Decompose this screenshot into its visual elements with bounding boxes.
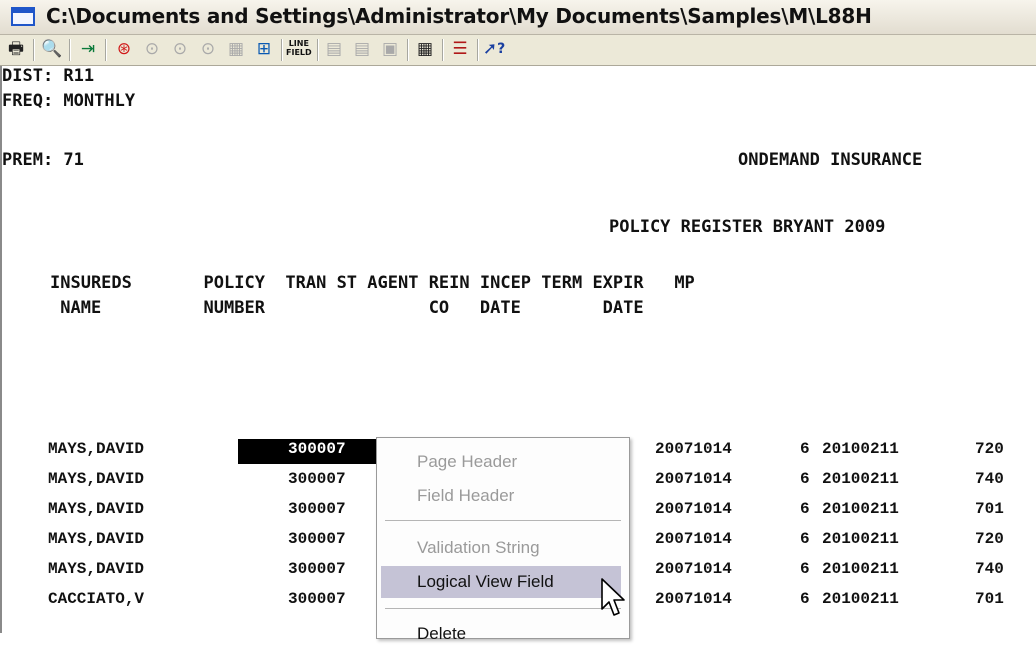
menu-item-page-header: Page Header xyxy=(417,452,518,471)
title-bar: C:\Documents and Settings\Administrator\… xyxy=(0,0,1036,35)
nav-down-icon: ⊙ xyxy=(172,38,188,59)
mouse-pointer-icon xyxy=(601,578,625,616)
context-menu: Page Header Field Header Validation Stri… xyxy=(376,437,630,643)
table-icon[interactable]: ▦ xyxy=(413,37,437,61)
print-icon[interactable]: 🖶 xyxy=(4,37,28,61)
row-incep: 20071014 xyxy=(655,560,732,578)
window-title: C:\Documents and Settings\Administrator\… xyxy=(46,4,872,28)
field-view-icon: ▣ xyxy=(381,38,399,59)
row-term: 6 xyxy=(800,500,810,518)
pattern-icon: ▦ xyxy=(227,38,245,59)
toolbar-separator xyxy=(281,39,282,61)
row-policy: 300007 xyxy=(288,500,346,518)
add-field-icon[interactable]: ⇥ xyxy=(76,37,100,61)
toolbar-separator xyxy=(105,39,106,61)
row-term: 6 xyxy=(800,470,810,488)
column-headers-line2: NAME NUMBER CO DATE DATE xyxy=(50,298,644,318)
toolbar-separator xyxy=(33,39,34,61)
freq-line: FREQ: MONTHLY xyxy=(2,91,136,111)
nav-back-icon: ⊙ xyxy=(200,38,216,59)
row-expir: 20100211 xyxy=(822,470,899,488)
row-name: MAYS,DAVID xyxy=(48,560,145,578)
row-name: MAYS,DAVID xyxy=(48,470,145,488)
row-mp: 720 xyxy=(975,530,1004,548)
column-headers-line1: INSUREDS POLICY TRAN ST AGENT REIN INCEP… xyxy=(50,273,695,293)
row-incep: 20071014 xyxy=(655,440,732,458)
row-policy: 300007 xyxy=(288,590,346,608)
window-icon xyxy=(11,7,35,26)
line-field-icon[interactable]: LINE FIELD xyxy=(286,39,312,57)
field-down-icon: ▤ xyxy=(353,38,371,59)
row-policy: 300007 xyxy=(288,560,346,578)
selected-policy-value[interactable]: 300007 xyxy=(288,440,346,458)
toolbar-separator xyxy=(477,39,478,61)
toolbar: 🖶 🔍 ⇥ ⊛ ⊙ ⊙ ⊙ ▦ ⊞ LINE FIELD ▤ ▤ ▣ ▦ ☰ ➚? xyxy=(0,35,1036,66)
help-pointer-icon[interactable]: ➚? xyxy=(482,37,506,61)
row-mp: 740 xyxy=(975,560,1004,578)
fit-width-icon[interactable]: ⊞ xyxy=(252,37,276,61)
row-term: 6 xyxy=(800,590,810,608)
row-policy: 300007 xyxy=(288,530,346,548)
menu-item-validation-string: Validation String xyxy=(417,538,540,557)
field-up-icon: ▤ xyxy=(325,38,343,59)
row-name: MAYS,DAVID xyxy=(48,440,145,458)
row-expir: 20100211 xyxy=(822,530,899,548)
menu-item-field-header: Field Header xyxy=(417,486,515,505)
nav-up-icon: ⊙ xyxy=(144,38,160,59)
find-icon[interactable]: 🔍 xyxy=(40,37,64,61)
menu-item-logical-view-field[interactable]: Logical View Field xyxy=(381,566,621,598)
row-expir: 20100211 xyxy=(822,440,899,458)
company-name: ONDEMAND INSURANCE xyxy=(738,150,923,170)
row-incep: 20071014 xyxy=(655,590,732,608)
row-term: 6 xyxy=(800,440,810,458)
menu-separator xyxy=(385,520,621,521)
row-name: MAYS,DAVID xyxy=(48,530,145,548)
row-name: CACCIATO,V xyxy=(48,590,145,608)
row-mp: 720 xyxy=(975,440,1004,458)
toolbar-separator xyxy=(442,39,443,61)
dist-line: DIST: R11 xyxy=(2,66,95,86)
row-policy: 300007 xyxy=(288,470,346,488)
row-mp: 701 xyxy=(975,500,1004,518)
row-expir: 20100211 xyxy=(822,500,899,518)
row-incep: 20071014 xyxy=(655,470,732,488)
register-title: POLICY REGISTER BRYANT 2009 xyxy=(609,217,886,237)
go-target-icon[interactable]: ⊛ xyxy=(112,37,136,61)
menu-separator xyxy=(385,608,621,609)
toolbar-separator xyxy=(69,39,70,61)
list-icon[interactable]: ☰ xyxy=(448,37,472,61)
row-expir: 20100211 xyxy=(822,590,899,608)
row-term: 6 xyxy=(800,530,810,548)
row-term: 6 xyxy=(800,560,810,578)
toolbar-separator xyxy=(407,39,408,61)
row-incep: 20071014 xyxy=(655,500,732,518)
row-incep: 20071014 xyxy=(655,530,732,548)
toolbar-separator xyxy=(317,39,318,61)
row-name: MAYS,DAVID xyxy=(48,500,145,518)
row-mp: 701 xyxy=(975,590,1004,608)
row-expir: 20100211 xyxy=(822,560,899,578)
menu-item-delete[interactable]: Delete xyxy=(381,618,621,650)
prem-line: PREM: 71 xyxy=(2,150,84,170)
row-mp: 740 xyxy=(975,470,1004,488)
